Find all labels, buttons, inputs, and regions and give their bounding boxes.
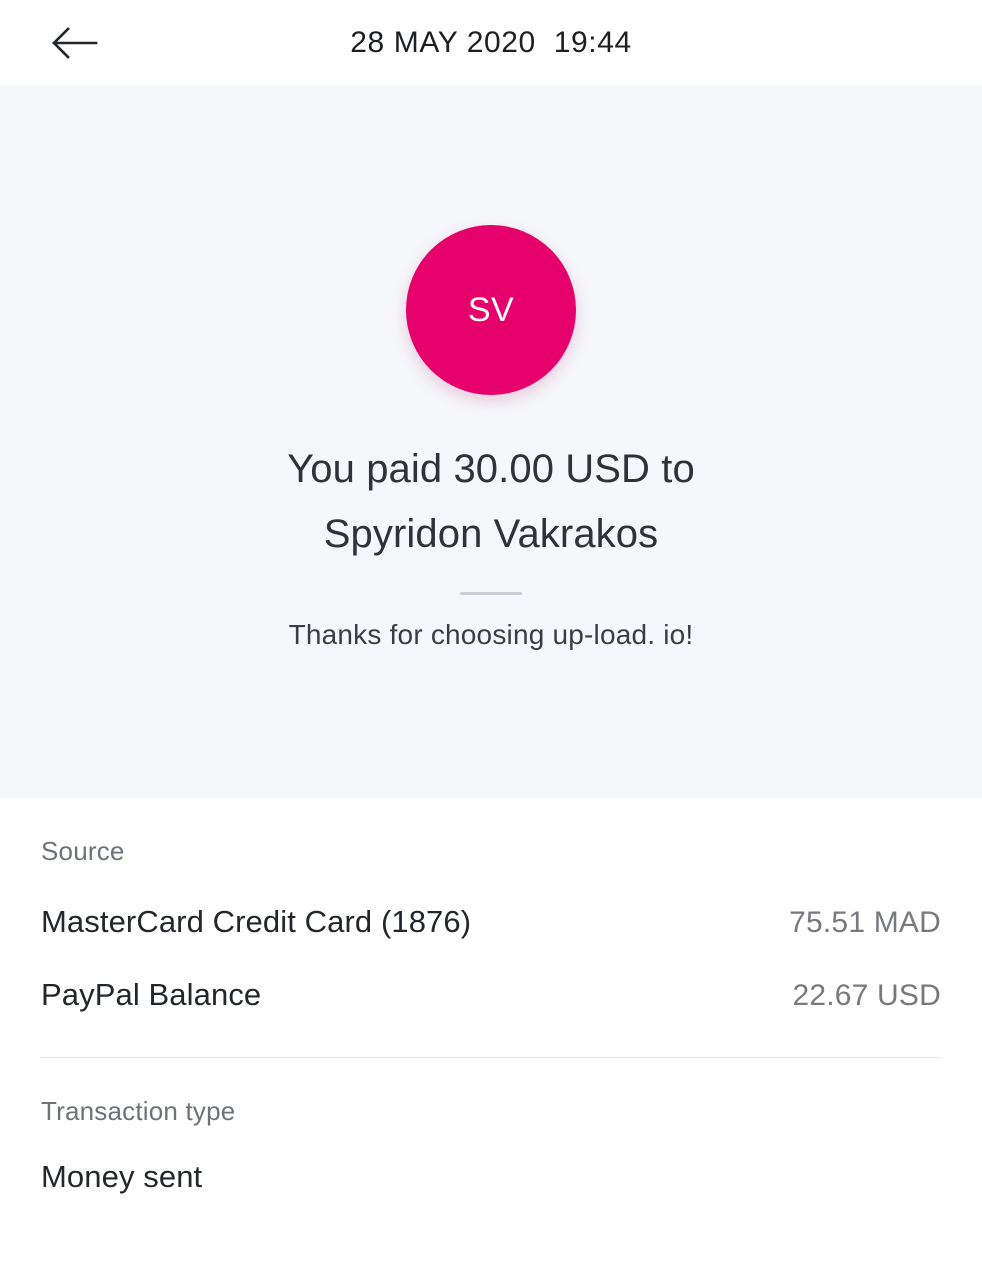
payment-summary-title: You paid 30.00 USD to Spyridon Vakrakos [287, 447, 695, 557]
transaction-type-group: Transaction type Money sent [41, 1058, 941, 1195]
source-amount: 75.51 MAD [789, 906, 941, 939]
table-row[interactable]: PayPal Balance 22.67 USD [41, 940, 941, 1013]
source-amount: 22.67 USD [792, 979, 941, 1012]
avatar: SV [406, 225, 576, 395]
transaction-type-value: Money sent [41, 1159, 203, 1194]
table-row[interactable]: MasterCard Credit Card (1876) 75.51 MAD [41, 867, 941, 940]
source-name: PayPal Balance [41, 977, 262, 1012]
source-group: Source MasterCard Credit Card (1876) 75.… [41, 798, 941, 1058]
source-name: MasterCard Credit Card (1876) [41, 904, 472, 939]
avatar-initials: SV [467, 291, 515, 329]
details-section: Source MasterCard Credit Card (1876) 75.… [0, 798, 982, 1195]
transaction-receipt-screen: 28 MAY 2020 19:44 SV You paid 30.00 USD … [0, 0, 982, 1280]
transaction-type-label: Transaction type [41, 1096, 236, 1126]
hero-divider [460, 592, 522, 596]
back-button[interactable] [36, 13, 112, 73]
receipt-hero-panel: SV You paid 30.00 USD to Spyridon Vakrak… [0, 86, 982, 798]
payment-note: Thanks for choosing up-load. io! [288, 619, 694, 651]
arrow-left-icon [50, 26, 98, 60]
source-label: Source [41, 836, 125, 866]
top-bar: 28 MAY 2020 19:44 [0, 0, 982, 86]
transaction-datetime: 28 MAY 2020 19:44 [350, 26, 632, 59]
